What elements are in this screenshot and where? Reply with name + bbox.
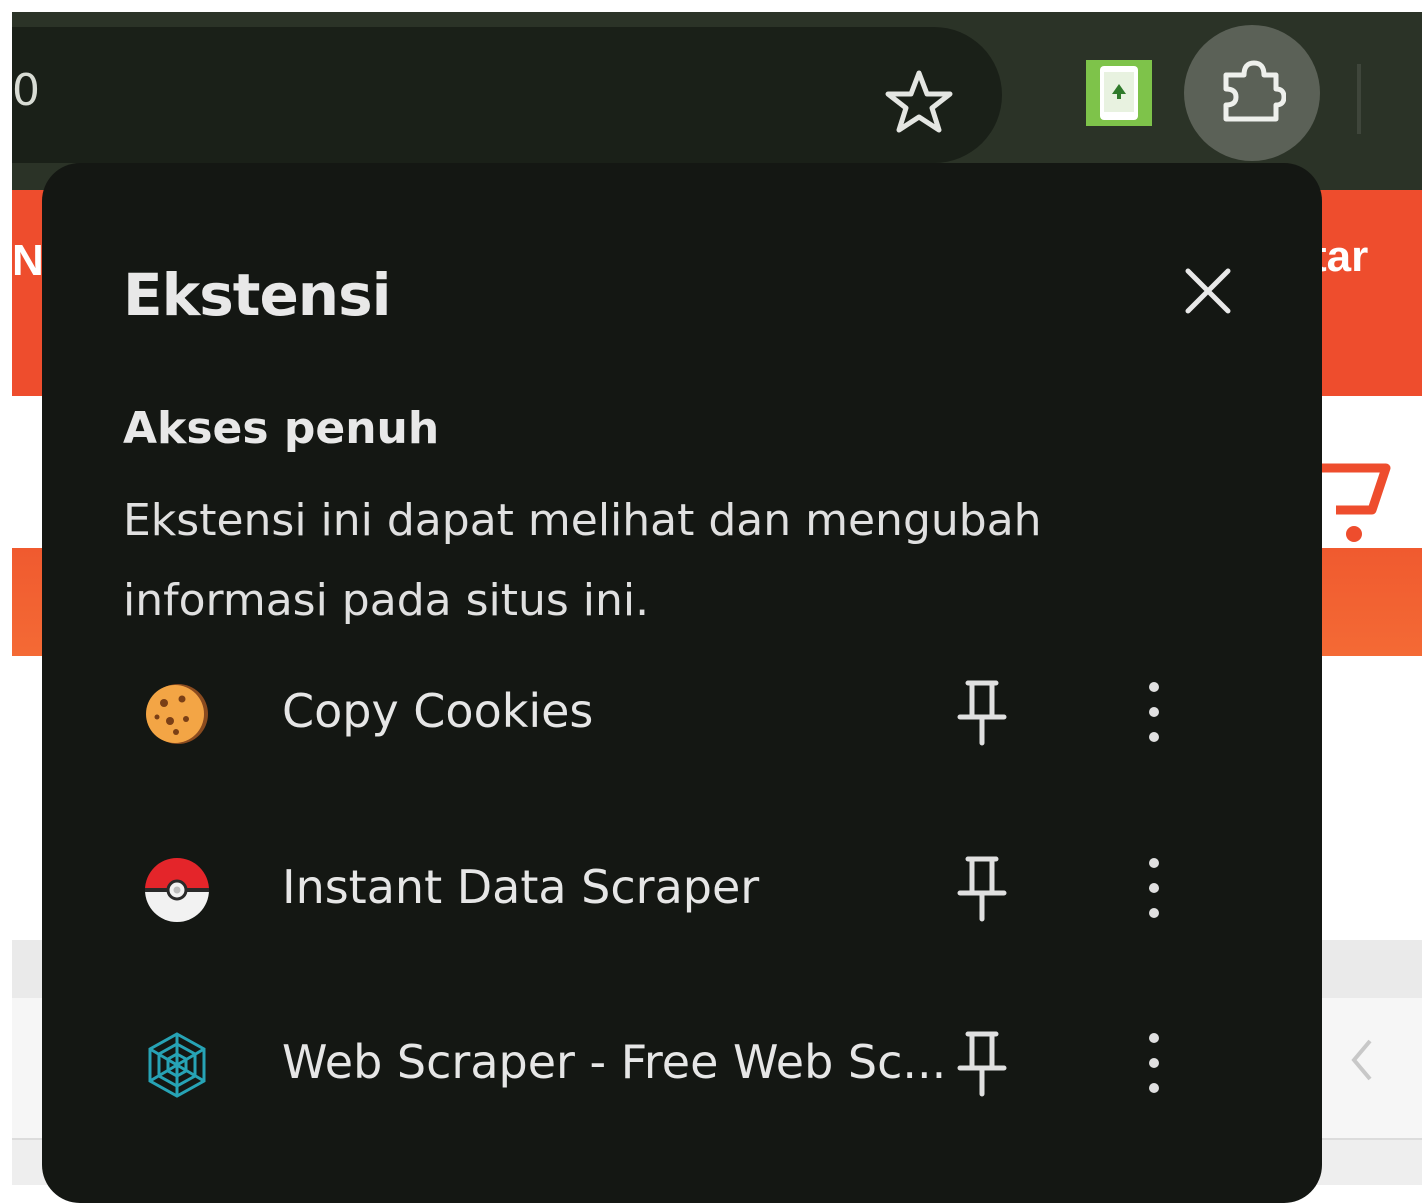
toolbar-divider	[1357, 64, 1361, 134]
close-icon[interactable]	[1180, 263, 1236, 319]
window-left-edge	[0, 0, 12, 1183]
url-text[interactable]: 0	[12, 65, 40, 116]
extension-row-instant-data-scraper[interactable]: Instant Data Scraper	[102, 815, 1282, 965]
puzzle-icon	[1223, 60, 1286, 122]
extensions-popup: Ekstensi Akses penuh Ekstensi ini dapat …	[42, 163, 1322, 1203]
extensions-button[interactable]	[1184, 25, 1320, 161]
popup-title: Ekstensi	[123, 261, 391, 329]
chevron-left-icon[interactable]	[1342, 1035, 1382, 1085]
extension-name: Instant Data Scraper	[282, 860, 760, 914]
pin-icon[interactable]	[952, 1028, 1012, 1098]
more-options-icon[interactable]	[1134, 677, 1174, 747]
extension-green-icon[interactable]	[1086, 60, 1152, 126]
extension-row-web-scraper[interactable]: Web Scraper - Free Web Sc...	[102, 990, 1282, 1140]
star-icon[interactable]	[884, 67, 954, 137]
header-left-text: N	[12, 236, 44, 285]
address-bar[interactable]: 0	[12, 27, 1002, 163]
cookie-icon	[146, 684, 208, 744]
extension-name: Copy Cookies	[282, 684, 594, 738]
section-title: Akses penuh	[123, 403, 440, 454]
spiderweb-icon	[148, 1032, 206, 1098]
pokeball-icon	[145, 858, 209, 922]
section-description: Ekstensi ini dapat melihat dan mengubah …	[123, 495, 1042, 626]
extension-row-copy-cookies[interactable]: Copy Cookies	[102, 639, 1282, 789]
cart-icon[interactable]	[1322, 460, 1392, 550]
more-options-icon[interactable]	[1134, 1028, 1174, 1098]
pin-icon[interactable]	[952, 853, 1012, 923]
more-options-icon[interactable]	[1134, 853, 1174, 923]
pin-icon[interactable]	[952, 677, 1012, 747]
extension-name: Web Scraper - Free Web Sc...	[282, 1035, 947, 1089]
